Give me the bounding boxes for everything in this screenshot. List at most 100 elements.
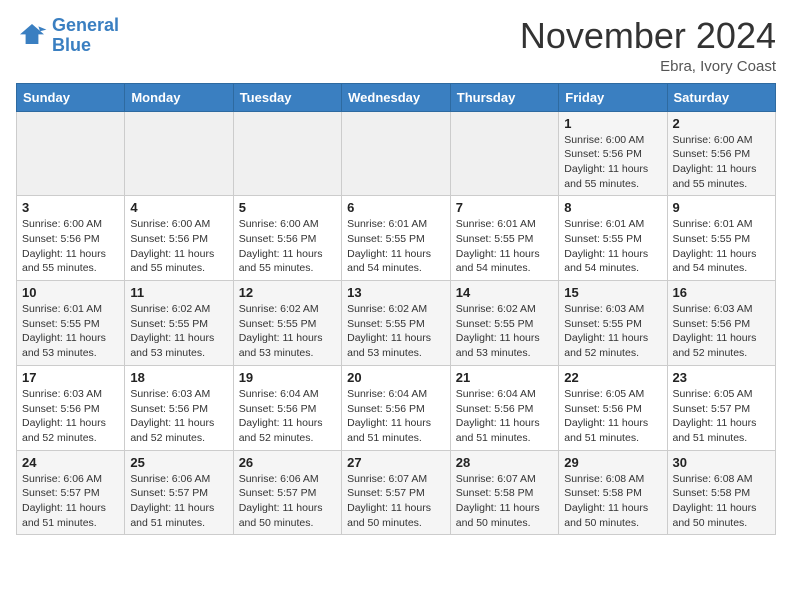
day-number: 29 xyxy=(564,455,661,470)
logo-line2: Blue xyxy=(52,35,91,55)
day-number: 20 xyxy=(347,370,445,385)
calendar-cell: 11Sunrise: 6:02 AM Sunset: 5:55 PM Dayli… xyxy=(125,281,233,366)
calendar-cell: 20 Sunrise: 6:04 AM Sunset: 5:56 PM Dayli… xyxy=(342,365,451,450)
day-info: Sunrise: 6:03 AM Sunset: 5:56 PM Dayligh… xyxy=(673,302,771,361)
day-number: 19 xyxy=(239,370,336,385)
calendar-cell: 17Sunrise: 6:03 AM Sunset: 5:56 PM Dayli… xyxy=(17,365,125,450)
calendar-table: SundayMondayTuesdayWednesdayThursdayFrid… xyxy=(16,83,776,536)
day-number: 14 xyxy=(456,285,553,300)
calendar-cell: 15 Sunrise: 6:03 AM Sunset: 5:55 PM Dayli… xyxy=(559,281,667,366)
calendar-cell xyxy=(17,111,125,196)
calendar-cell: 30 Sunrise: 6:08 AM Sunset: 5:58 PM Dayli… xyxy=(667,450,776,535)
calendar-body: 1Sunrise: 6:00 AM Sunset: 5:56 PM Daylig… xyxy=(17,111,776,535)
day-number: 11 xyxy=(130,285,227,300)
day-info: Sunrise: 6:06 AM Sunset: 5:57 PM Dayligh… xyxy=(130,472,227,531)
calendar-cell: 24 Sunrise: 6:06 AM Sunset: 5:57 PM Dayli… xyxy=(17,450,125,535)
calendar-cell: 23 Sunrise: 6:05 AM Sunset: 5:57 PM Dayli… xyxy=(667,365,776,450)
day-info: Sunrise: 6:08 AM Sunset: 5:58 PM Dayligh… xyxy=(564,472,661,531)
calendar-week-3: 10Sunrise: 6:01 AM Sunset: 5:55 PM Dayli… xyxy=(17,281,776,366)
day-info: Sunrise: 6:04 AM Sunset: 5:56 PM Dayligh… xyxy=(456,387,553,446)
weekday-header-sunday: Sunday xyxy=(17,83,125,111)
day-info: Sunrise: 6:01 AM Sunset: 5:55 PM Dayligh… xyxy=(673,217,771,276)
calendar-cell: 16Sunrise: 6:03 AM Sunset: 5:56 PM Dayli… xyxy=(667,281,776,366)
day-number: 4 xyxy=(130,200,227,215)
page-header: General Blue November 2024 Ebra, Ivory C… xyxy=(16,16,776,75)
day-info: Sunrise: 6:01 AM Sunset: 5:55 PM Dayligh… xyxy=(347,217,445,276)
day-number: 24 xyxy=(22,455,119,470)
calendar-cell xyxy=(233,111,341,196)
calendar-cell: 6 Sunrise: 6:01 AM Sunset: 5:55 PM Daylig… xyxy=(342,196,451,281)
weekday-header-row: SundayMondayTuesdayWednesdayThursdayFrid… xyxy=(17,83,776,111)
day-info: Sunrise: 6:01 AM Sunset: 5:55 PM Dayligh… xyxy=(22,302,119,361)
calendar-cell: 10Sunrise: 6:01 AM Sunset: 5:55 PM Dayli… xyxy=(17,281,125,366)
day-info: Sunrise: 6:06 AM Sunset: 5:57 PM Dayligh… xyxy=(22,472,119,531)
calendar-cell: 28 Sunrise: 6:07 AM Sunset: 5:58 PM Dayli… xyxy=(450,450,558,535)
calendar-cell: 1Sunrise: 6:00 AM Sunset: 5:56 PM Daylig… xyxy=(559,111,667,196)
weekday-header-saturday: Saturday xyxy=(667,83,776,111)
calendar-cell: 13Sunrise: 6:02 AM Sunset: 5:55 PM Dayli… xyxy=(342,281,451,366)
day-info: Sunrise: 6:01 AM Sunset: 5:55 PM Dayligh… xyxy=(456,217,553,276)
day-info: Sunrise: 6:03 AM Sunset: 5:55 PM Dayligh… xyxy=(564,302,661,361)
day-info: Sunrise: 6:08 AM Sunset: 5:58 PM Dayligh… xyxy=(673,472,771,531)
calendar-week-4: 17Sunrise: 6:03 AM Sunset: 5:56 PM Dayli… xyxy=(17,365,776,450)
day-info: Sunrise: 6:03 AM Sunset: 5:56 PM Dayligh… xyxy=(130,387,227,446)
weekday-header-monday: Monday xyxy=(125,83,233,111)
title-block: November 2024 Ebra, Ivory Coast xyxy=(520,16,776,75)
day-info: Sunrise: 6:05 AM Sunset: 5:57 PM Dayligh… xyxy=(673,387,771,446)
day-number: 3 xyxy=(22,200,119,215)
calendar-cell: 8 Sunrise: 6:01 AM Sunset: 5:55 PM Daylig… xyxy=(559,196,667,281)
location: Ebra, Ivory Coast xyxy=(520,58,776,75)
logo-icon xyxy=(16,20,48,52)
calendar-cell: 9 Sunrise: 6:01 AM Sunset: 5:55 PM Daylig… xyxy=(667,196,776,281)
weekday-header-wednesday: Wednesday xyxy=(342,83,451,111)
calendar-week-5: 24 Sunrise: 6:06 AM Sunset: 5:57 PM Dayli… xyxy=(17,450,776,535)
day-number: 7 xyxy=(456,200,553,215)
calendar-cell: 22Sunrise: 6:05 AM Sunset: 5:56 PM Dayli… xyxy=(559,365,667,450)
day-number: 26 xyxy=(239,455,336,470)
weekday-header-thursday: Thursday xyxy=(450,83,558,111)
logo: General Blue xyxy=(16,16,119,56)
calendar-week-2: 3 Sunrise: 6:00 AM Sunset: 5:56 PM Daylig… xyxy=(17,196,776,281)
weekday-header-friday: Friday xyxy=(559,83,667,111)
calendar-cell: 12 Sunrise: 6:02 AM Sunset: 5:55 PM Dayli… xyxy=(233,281,341,366)
calendar-cell xyxy=(125,111,233,196)
day-number: 6 xyxy=(347,200,445,215)
calendar-cell: 4 Sunrise: 6:00 AM Sunset: 5:56 PM Daylig… xyxy=(125,196,233,281)
calendar-cell: 7 Sunrise: 6:01 AM Sunset: 5:55 PM Daylig… xyxy=(450,196,558,281)
day-info: Sunrise: 6:00 AM Sunset: 5:56 PM Dayligh… xyxy=(673,133,771,192)
calendar-cell xyxy=(342,111,451,196)
calendar-cell: 18 Sunrise: 6:03 AM Sunset: 5:56 PM Dayli… xyxy=(125,365,233,450)
day-number: 5 xyxy=(239,200,336,215)
day-number: 2 xyxy=(673,116,771,131)
day-info: Sunrise: 6:02 AM Sunset: 5:55 PM Dayligh… xyxy=(239,302,336,361)
month-title: November 2024 xyxy=(520,16,776,56)
day-info: Sunrise: 6:00 AM Sunset: 5:56 PM Dayligh… xyxy=(130,217,227,276)
day-info: Sunrise: 6:02 AM Sunset: 5:55 PM Dayligh… xyxy=(347,302,445,361)
day-number: 12 xyxy=(239,285,336,300)
day-info: Sunrise: 6:00 AM Sunset: 5:56 PM Dayligh… xyxy=(239,217,336,276)
day-info: Sunrise: 6:04 AM Sunset: 5:56 PM Dayligh… xyxy=(347,387,445,446)
calendar-cell: 2 Sunrise: 6:00 AM Sunset: 5:56 PM Daylig… xyxy=(667,111,776,196)
day-info: Sunrise: 6:04 AM Sunset: 5:56 PM Dayligh… xyxy=(239,387,336,446)
calendar-header: SundayMondayTuesdayWednesdayThursdayFrid… xyxy=(17,83,776,111)
day-number: 25 xyxy=(130,455,227,470)
day-info: Sunrise: 6:06 AM Sunset: 5:57 PM Dayligh… xyxy=(239,472,336,531)
calendar-cell: 27Sunrise: 6:07 AM Sunset: 5:57 PM Dayli… xyxy=(342,450,451,535)
calendar-cell: 19 Sunrise: 6:04 AM Sunset: 5:56 PM Dayli… xyxy=(233,365,341,450)
calendar-cell: 21Sunrise: 6:04 AM Sunset: 5:56 PM Dayli… xyxy=(450,365,558,450)
day-info: Sunrise: 6:07 AM Sunset: 5:58 PM Dayligh… xyxy=(456,472,553,531)
calendar-cell: 5 Sunrise: 6:00 AM Sunset: 5:56 PM Daylig… xyxy=(233,196,341,281)
day-number: 8 xyxy=(564,200,661,215)
calendar-cell: 29 Sunrise: 6:08 AM Sunset: 5:58 PM Dayli… xyxy=(559,450,667,535)
day-number: 18 xyxy=(130,370,227,385)
day-number: 9 xyxy=(673,200,771,215)
calendar-cell: 25 Sunrise: 6:06 AM Sunset: 5:57 PM Dayli… xyxy=(125,450,233,535)
day-number: 30 xyxy=(673,455,771,470)
day-number: 15 xyxy=(564,285,661,300)
day-info: Sunrise: 6:02 AM Sunset: 5:55 PM Dayligh… xyxy=(456,302,553,361)
day-info: Sunrise: 6:00 AM Sunset: 5:56 PM Dayligh… xyxy=(564,133,661,192)
day-info: Sunrise: 6:01 AM Sunset: 5:55 PM Dayligh… xyxy=(564,217,661,276)
day-number: 28 xyxy=(456,455,553,470)
day-info: Sunrise: 6:05 AM Sunset: 5:56 PM Dayligh… xyxy=(564,387,661,446)
day-number: 23 xyxy=(673,370,771,385)
